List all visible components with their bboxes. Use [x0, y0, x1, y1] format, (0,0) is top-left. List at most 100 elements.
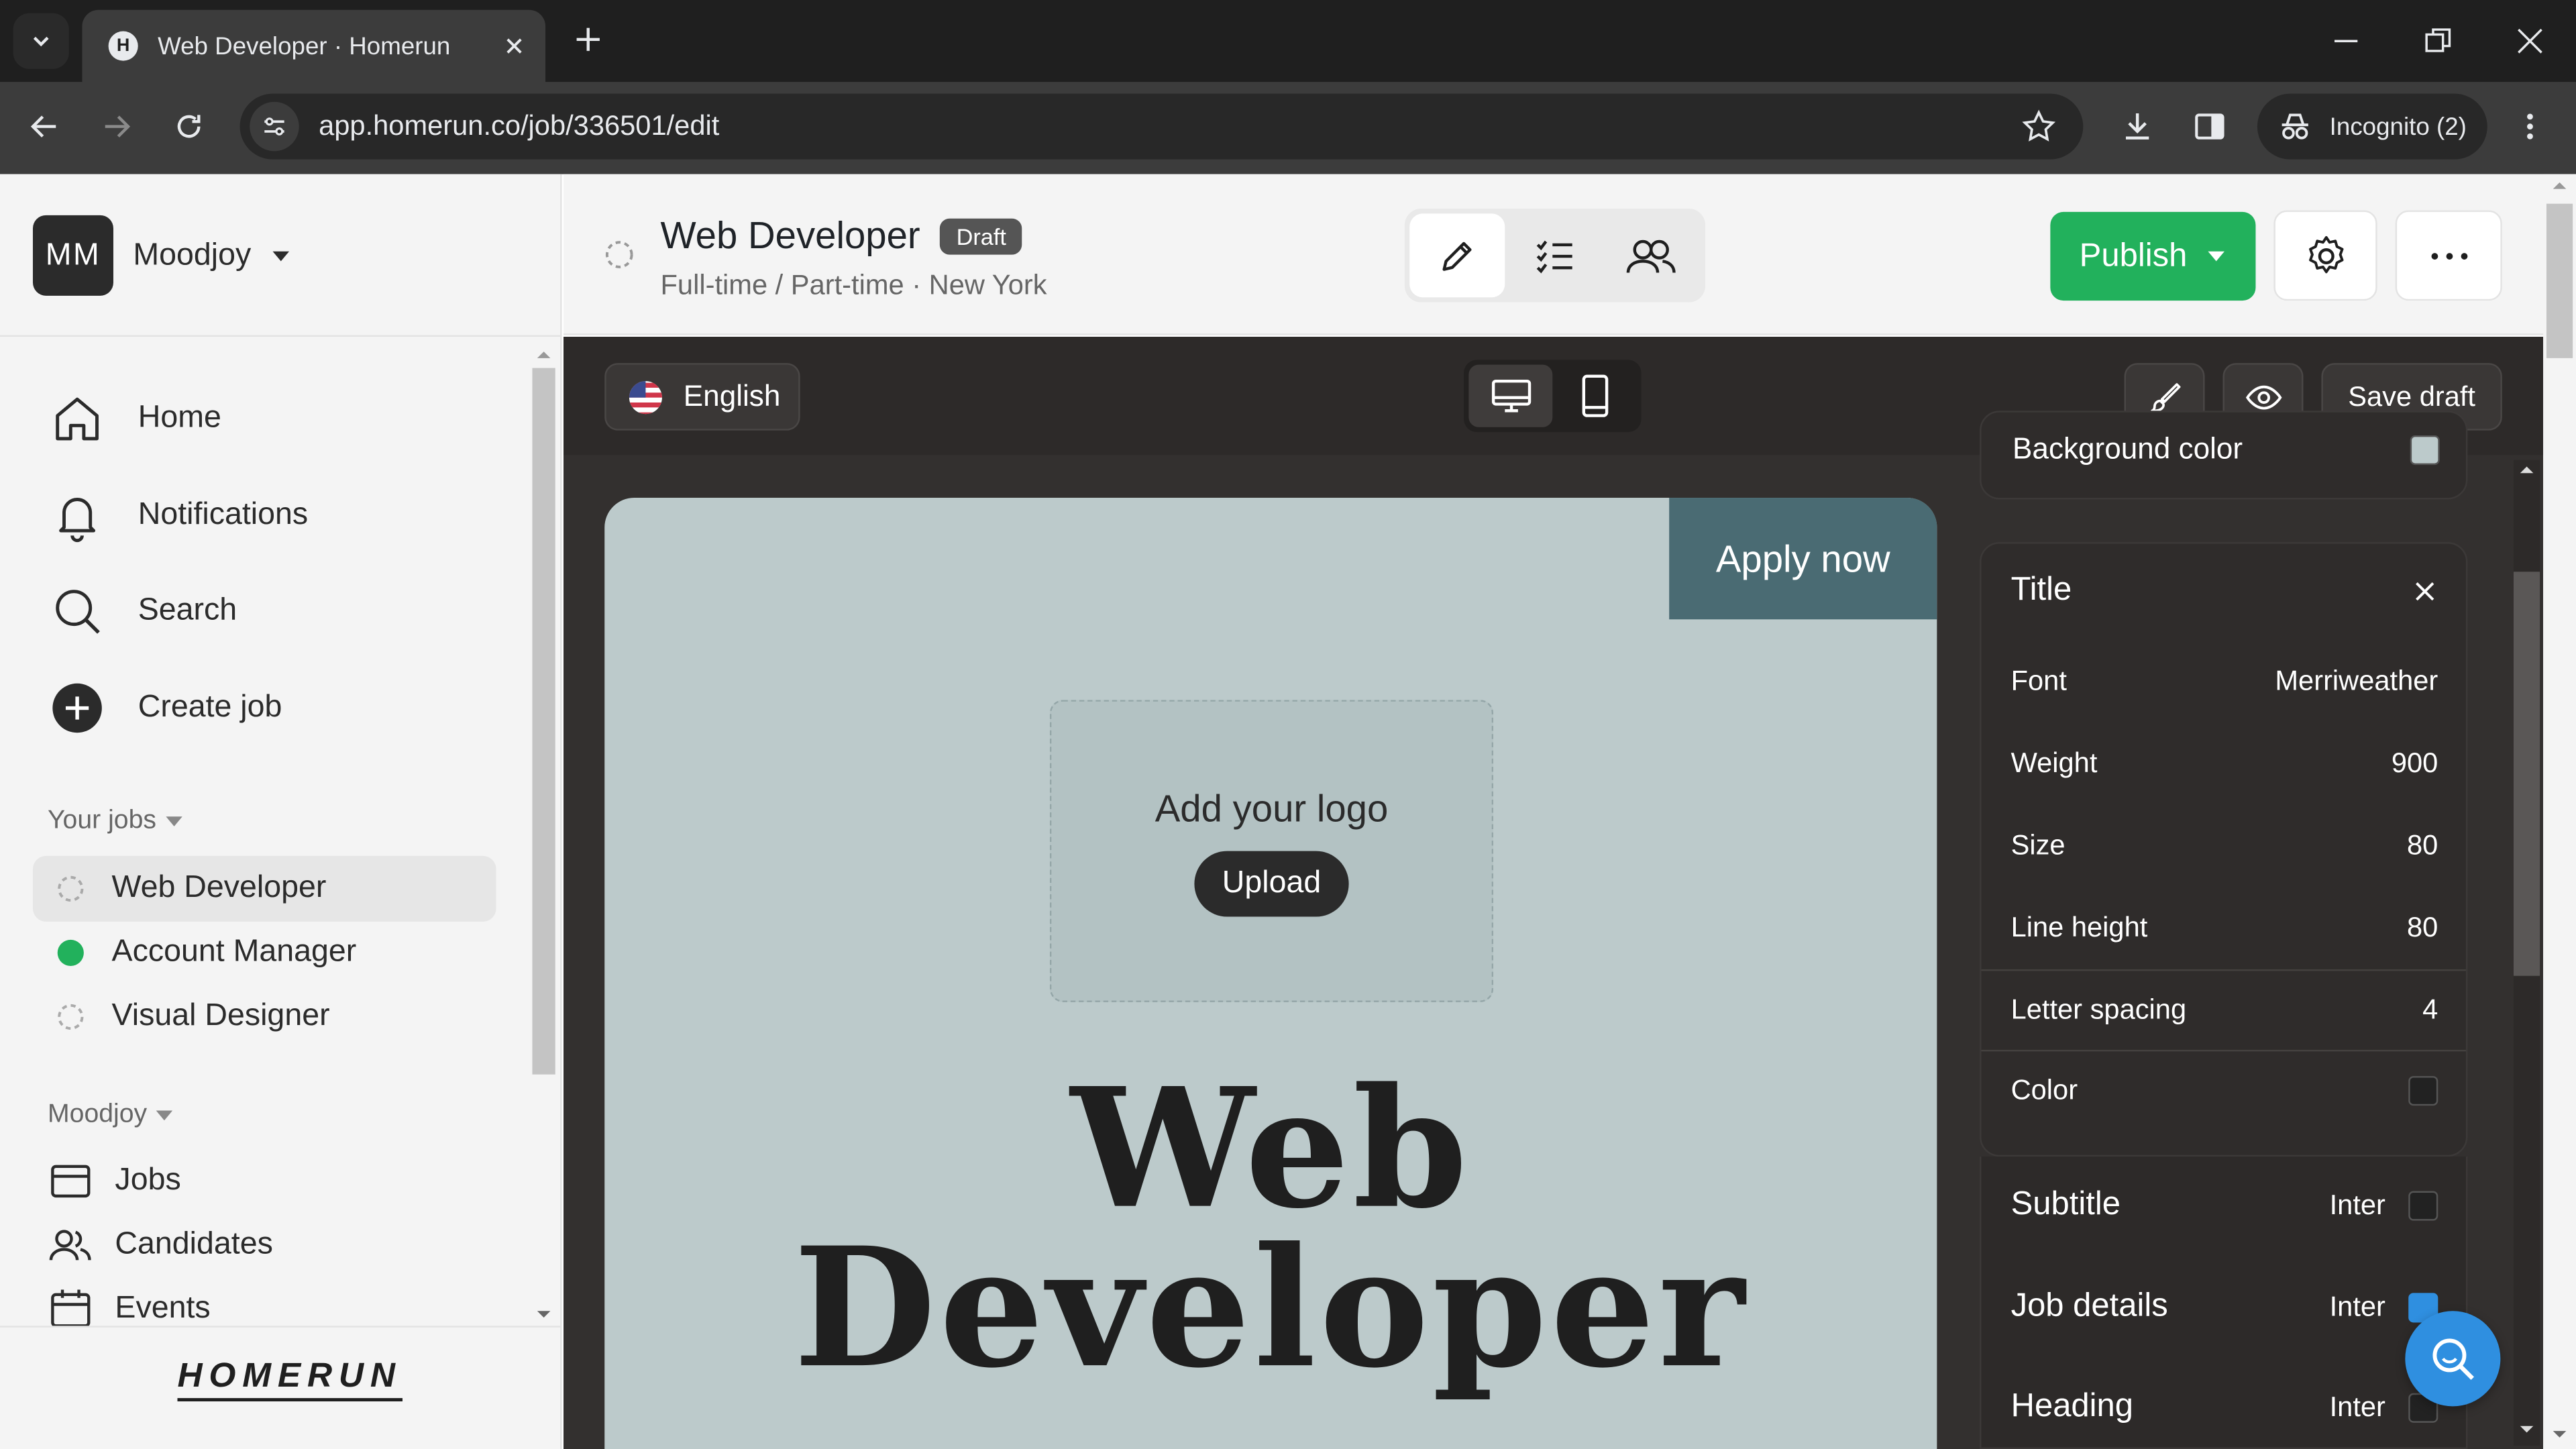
caret-down-icon [156, 1110, 174, 1121]
site-info-button[interactable] [250, 101, 299, 152]
section-label: Subtitle [2010, 1186, 2121, 1223]
prop-label: Line height [2010, 912, 2148, 943]
prop-letter-spacing[interactable]: Letter spacing 4 [2011, 994, 2438, 1027]
save-draft-label: Save draft [2348, 380, 2476, 412]
section-label: Heading [2010, 1388, 2134, 1425]
apply-now-button[interactable]: Apply now [1669, 498, 1937, 620]
section-heading: Your jobs [48, 806, 156, 835]
page-scrollbar[interactable] [2543, 174, 2576, 1449]
checklist-icon [1536, 239, 1572, 273]
downloads-button[interactable] [2119, 109, 2155, 145]
nav-jobs[interactable]: Jobs [49, 1161, 181, 1201]
nav-notifications[interactable]: Notifications [49, 488, 308, 543]
homerun-logo[interactable]: HOMERUN [177, 1357, 402, 1401]
title-color-swatch[interactable] [2408, 1076, 2438, 1106]
new-tab-button[interactable] [572, 23, 604, 56]
tab-team[interactable] [1602, 213, 1699, 297]
prop-size[interactable]: Size 80 [2011, 830, 2438, 863]
brush-icon [2150, 382, 2180, 411]
home-icon [56, 397, 99, 441]
incognito-icon [2282, 113, 2308, 140]
tab-application-form[interactable] [1505, 213, 1601, 297]
more-vertical-icon [2527, 113, 2533, 140]
panel-scroll-thumb[interactable] [2513, 572, 2540, 976]
minimize-button[interactable] [2330, 26, 2363, 56]
tab-search-button[interactable] [13, 13, 69, 69]
draft-status-icon [58, 1004, 84, 1030]
back-button[interactable] [26, 109, 62, 145]
org-header[interactable]: Moodjoy [48, 1101, 174, 1130]
restore-button[interactable] [2422, 25, 2455, 58]
sidebar-scroll-thumb[interactable] [532, 368, 555, 1075]
close-icon[interactable] [502, 34, 525, 57]
browser-menu-button[interactable] [2514, 109, 2546, 145]
page-scroll-thumb[interactable] [2546, 203, 2573, 358]
prop-value: 900 [2391, 747, 2438, 779]
sidebar-scrollbar[interactable] [529, 345, 559, 1324]
star-icon[interactable] [2021, 109, 2057, 145]
incognito-indicator[interactable]: Incognito (2) [2257, 93, 2487, 160]
eye-icon [2245, 384, 2282, 409]
more-options-button[interactable] [2395, 210, 2502, 301]
chevron-down-icon [33, 36, 49, 47]
scroll-up-icon [2553, 182, 2567, 189]
job-title[interactable]: Web Developer [660, 213, 920, 258]
prop-label: Font [2010, 665, 2067, 697]
mobile-icon [1581, 374, 1608, 417]
nav-label: Candidates [115, 1227, 273, 1262]
section-label: Job details [2010, 1288, 2168, 1324]
panel-scrollbar[interactable] [2513, 460, 2540, 1446]
workspace-switcher[interactable]: MM Moodjoy [32, 215, 290, 296]
minimize-icon [2334, 40, 2358, 42]
publish-button[interactable]: Publish [2050, 211, 2256, 301]
prop-color[interactable]: Color [2011, 1075, 2438, 1108]
prop-weight[interactable]: Weight 900 [2011, 747, 2438, 780]
desktop-preview-button[interactable] [1468, 364, 1553, 427]
browser-tab-active[interactable]: H Web Developer · Homerun [82, 9, 546, 83]
job-item-account-manager[interactable]: Account Manager [33, 920, 496, 985]
subtitle-color-swatch[interactable] [2408, 1190, 2438, 1220]
help-search-button[interactable] [2405, 1311, 2501, 1407]
side-panel-button[interactable] [2192, 109, 2228, 145]
incognito-label: Incognito (2) [2329, 112, 2467, 141]
background-color-swatch[interactable] [2410, 434, 2440, 464]
nav-events[interactable]: Events [49, 1289, 211, 1329]
close-icon [2518, 28, 2542, 54]
style-section-heading[interactable]: Heading Inter [2011, 1388, 2438, 1426]
close-icon[interactable] [2412, 578, 2438, 604]
language-label: English [683, 379, 781, 413]
job-item-web-developer[interactable]: Web Developer [32, 855, 496, 922]
sidebar-footer-divider [0, 1326, 562, 1328]
nav-search[interactable]: Search [49, 583, 237, 639]
your-jobs-header[interactable]: Your jobs [48, 806, 183, 836]
reload-button[interactable] [171, 109, 207, 145]
prop-value: 4 [2422, 994, 2438, 1026]
style-section-job-details[interactable]: Job details Inter [2011, 1288, 2438, 1326]
scroll-up-icon [2520, 466, 2534, 474]
mobile-preview-button[interactable] [1552, 365, 1636, 427]
job-label: Web Developer [111, 870, 327, 906]
nav-candidates[interactable]: Candidates [49, 1226, 273, 1265]
job-title-heading[interactable]: Web Developer [604, 1066, 1937, 1389]
window-close-button[interactable] [2514, 25, 2546, 58]
job-item-visual-designer[interactable]: Visual Designer [33, 984, 496, 1050]
forward-button[interactable] [99, 109, 135, 145]
language-selector[interactable]: English [604, 363, 800, 431]
address-bar[interactable]: app.homerun.co/job/336501/edit [239, 93, 2084, 160]
prop-font[interactable]: Font Merriweather [2011, 665, 2438, 698]
job-meta: Full-time / Part-time · New York [660, 269, 1047, 301]
tab-edit[interactable] [1409, 213, 1505, 298]
settings-button[interactable] [2273, 210, 2377, 301]
upload-button[interactable]: Upload [1194, 851, 1349, 917]
logo-dropzone[interactable]: Add your logo Upload [1049, 700, 1494, 1002]
nav-label: Search [138, 593, 237, 628]
style-section-subtitle[interactable]: Subtitle Inter [2011, 1186, 2438, 1224]
nav-create-job[interactable]: Create job [49, 680, 282, 736]
font-value: Inter [2329, 1290, 2385, 1322]
workspace-name: Moodjoy [133, 237, 252, 272]
background-color-section[interactable]: Background color [1980, 411, 2468, 500]
side-panel-icon [2195, 113, 2224, 140]
nav-home[interactable]: Home [49, 391, 221, 447]
prop-line-height[interactable]: Line height 80 [2011, 912, 2438, 945]
plus-icon [576, 28, 600, 51]
